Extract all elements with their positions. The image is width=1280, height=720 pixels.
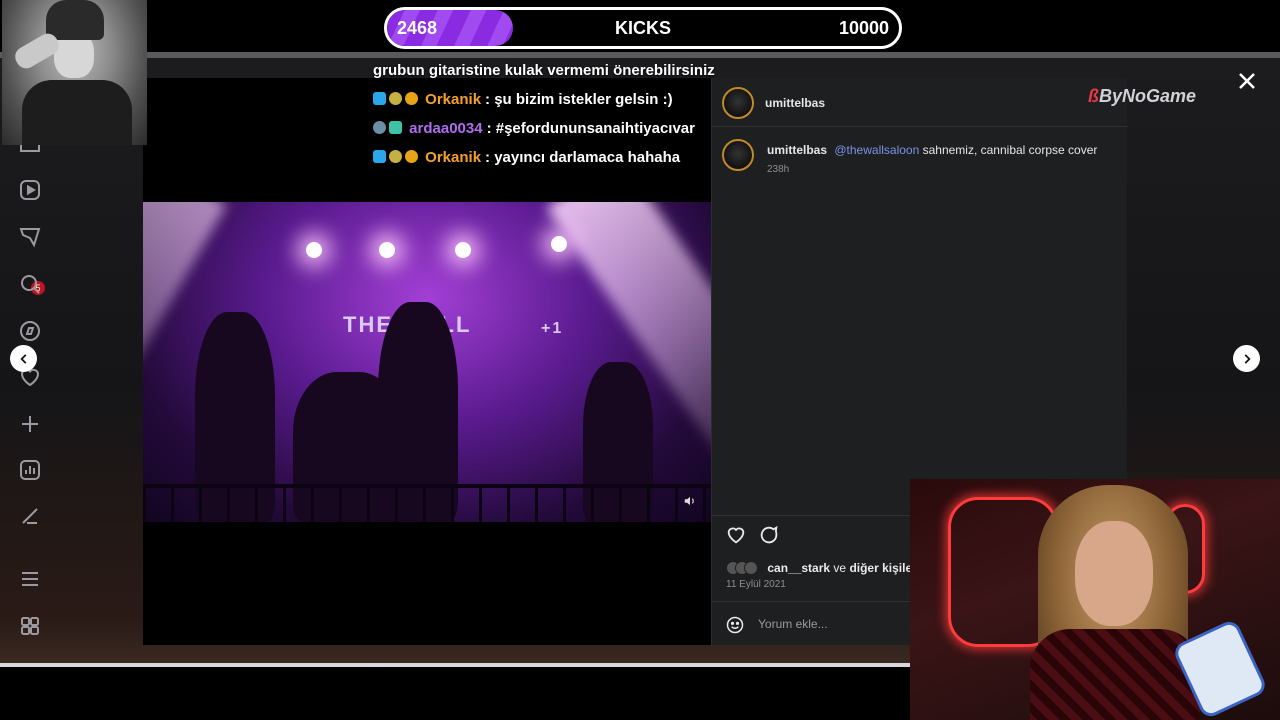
close-button[interactable]	[1235, 69, 1259, 93]
previous-post-button[interactable]	[10, 345, 37, 372]
badge-box-icon	[389, 121, 402, 134]
chat-message: ardaa0034: #şefordununsanaihtiyacıvar	[373, 120, 695, 137]
chevron-left-icon	[19, 353, 26, 364]
emoji-icon[interactable]	[725, 615, 745, 635]
chat-message: grubun gitaristine kulak vermemi önerebi…	[373, 62, 715, 79]
post-date: 11 Eylül 2021	[726, 579, 786, 590]
stage-light	[551, 236, 567, 252]
logo-text: ByNoGame	[1099, 86, 1197, 106]
create-icon[interactable]	[18, 412, 42, 436]
header-avatar[interactable]	[722, 87, 754, 119]
volume-icon[interactable]	[683, 494, 697, 508]
chat-text: : #şefordununsanaihtiyacıvar	[486, 120, 695, 137]
streamer-webcam	[910, 479, 1280, 720]
likes-summary[interactable]: can__stark ve diğer kişiler b	[726, 561, 927, 575]
comment-input[interactable]: Yorum ekle...	[758, 617, 828, 631]
header-divider	[712, 126, 1128, 127]
menu-icon[interactable]	[18, 567, 42, 591]
comment-bubble-icon[interactable]	[758, 524, 780, 546]
bynogame-logo: ßByNoGame	[1088, 86, 1196, 107]
header-username[interactable]: umittelbas	[765, 96, 825, 110]
chat-username: Orkanik	[425, 91, 482, 108]
search-icon[interactable]	[18, 272, 42, 296]
streamer-face	[1075, 521, 1153, 626]
chevron-right-icon	[1244, 353, 1251, 364]
chat-text: grubun gitaristine kulak vermemi önerebi…	[373, 62, 715, 79]
liker-avatar	[744, 561, 758, 575]
chat-message: Orkanik: yayıncı darlamaca hahaha	[373, 149, 680, 166]
apps-icon[interactable]	[18, 614, 42, 638]
caption-mention[interactable]: @thewallsaloon	[834, 143, 919, 157]
stage-light	[306, 242, 322, 258]
badge-globe-icon	[373, 121, 386, 134]
badge-coin-icon	[405, 150, 418, 163]
chat-username: ardaa0034	[409, 120, 483, 137]
threads-icon[interactable]	[18, 504, 42, 528]
portrait-body	[22, 80, 132, 145]
likes-connector: ve	[833, 561, 847, 575]
caption-avatar[interactable]	[722, 139, 754, 171]
badge-emoji-icon	[389, 150, 402, 163]
chat-message: Orkanik: şu bizim istekler gelsin :)	[373, 91, 673, 108]
close-icon	[1239, 73, 1255, 89]
stage-light	[455, 242, 471, 258]
badge-emoji-icon	[389, 92, 402, 105]
badge-cube-icon	[373, 92, 386, 105]
portrait-overlay	[2, 0, 147, 145]
concert-video[interactable]: THE WALL +1	[143, 202, 711, 522]
stream-screen: 5 THE +1 umittelbas umittelbas @thewalls…	[0, 0, 1280, 720]
stage-railing	[143, 484, 711, 522]
chat-username: Orkanik	[425, 149, 482, 166]
portrait-hat	[46, 0, 104, 40]
kicks-goal: 10000	[838, 18, 889, 38]
stage-light	[379, 242, 395, 258]
like-heart-icon[interactable]	[725, 524, 747, 546]
chat-text: : şu bizim istekler gelsin :)	[485, 91, 673, 108]
chat-text: : yayıncı darlamaca hahaha	[485, 149, 681, 166]
badge-coin-icon	[405, 92, 418, 105]
messages-icon[interactable]	[18, 225, 42, 249]
badge-cube-icon	[373, 150, 386, 163]
streamer-top	[1030, 629, 1200, 720]
kicks-label: KICKS	[614, 18, 671, 38]
caption-username[interactable]: umittelbas	[767, 143, 827, 157]
likes-user: can__stark	[767, 561, 831, 575]
caption-time: 238h	[767, 164, 790, 175]
logo-mark: ß	[1088, 86, 1099, 106]
kicks-progress-bar: 2468 KICKS 10000	[384, 7, 902, 49]
next-post-button[interactable]	[1233, 345, 1260, 372]
dashboard-icon[interactable]	[18, 458, 42, 482]
venue-sign-badge: +1	[541, 320, 564, 337]
post-caption: umittelbas @thewallsaloon sahnemiz, cann…	[767, 143, 1097, 157]
reels-icon[interactable]	[18, 178, 42, 202]
caption-text: sahnemiz, cannibal corpse cover	[922, 143, 1098, 157]
top-divider	[0, 52, 1280, 58]
explore-icon[interactable]	[18, 319, 42, 343]
